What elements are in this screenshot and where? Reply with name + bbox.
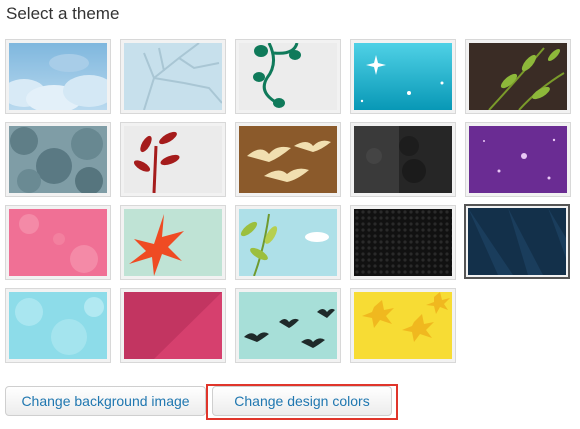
yellow-leaves-image bbox=[354, 292, 452, 359]
theme-red-leaf[interactable] bbox=[120, 205, 226, 280]
theme-leaves-cloud[interactable] bbox=[235, 205, 341, 280]
theme-purple-sparkle[interactable] bbox=[465, 122, 571, 197]
theme-birds-brown[interactable] bbox=[235, 122, 341, 197]
theme-pink-flowers[interactable] bbox=[5, 205, 111, 280]
purple-sparkle-image bbox=[469, 126, 567, 193]
theme-bubbles-aqua[interactable] bbox=[5, 288, 111, 363]
raspberry-image bbox=[124, 292, 222, 359]
sparkle-image bbox=[354, 43, 452, 110]
foliage-image bbox=[9, 126, 107, 193]
theme-red-plant[interactable] bbox=[120, 122, 226, 197]
theme-black-hex[interactable] bbox=[350, 205, 456, 280]
theme-raspberry-diagonal[interactable] bbox=[120, 288, 226, 363]
black-hex-image bbox=[354, 209, 452, 276]
theme-dark-grunge[interactable] bbox=[350, 122, 456, 197]
leaves-cloud-image bbox=[239, 209, 337, 276]
tree-image bbox=[124, 43, 222, 110]
birds-aqua-image bbox=[239, 292, 337, 359]
birds-brown-image bbox=[239, 126, 337, 193]
theme-navy-rays-selected[interactable] bbox=[464, 204, 570, 279]
vine-image bbox=[239, 43, 337, 110]
clouds-image bbox=[9, 43, 107, 110]
change-background-image-button[interactable]: Change background image bbox=[5, 386, 206, 416]
red-plant-image bbox=[124, 126, 222, 193]
red-leaf-image bbox=[124, 209, 222, 276]
theme-birds-aqua[interactable] bbox=[235, 288, 341, 363]
leaf-branch-image bbox=[469, 43, 567, 110]
theme-clouds-blue[interactable] bbox=[5, 39, 111, 114]
theme-picker: Select a theme Change background image C… bbox=[0, 0, 580, 429]
theme-teal-sparkle[interactable] bbox=[350, 39, 456, 114]
theme-foliage-gray[interactable] bbox=[5, 122, 111, 197]
theme-bare-tree[interactable] bbox=[120, 39, 226, 114]
highlight-outline bbox=[206, 384, 398, 420]
theme-green-vine[interactable] bbox=[235, 39, 341, 114]
page-title: Select a theme bbox=[6, 4, 120, 23]
pink-flowers-image bbox=[9, 209, 107, 276]
bubbles-aqua-image bbox=[9, 292, 107, 359]
theme-yellow-leaves[interactable] bbox=[350, 288, 456, 363]
theme-leaf-branch-dark[interactable] bbox=[465, 39, 571, 114]
navy-rays-image bbox=[468, 208, 566, 275]
dark-grunge-image bbox=[354, 126, 452, 193]
